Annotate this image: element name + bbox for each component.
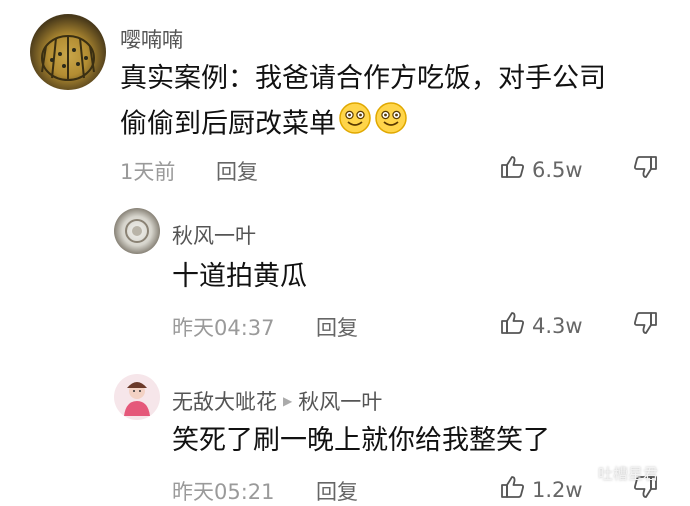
wechat-icon: [570, 462, 592, 484]
comment-text-line: 真实案例：我爸请合作方吃饭，对手公司: [120, 63, 606, 94]
avatar-image: [125, 219, 149, 243]
reply-button[interactable]: 回复: [216, 156, 258, 186]
comment-time: 昨天05:21: [172, 480, 275, 504]
comment-text-fragment: 偷偷到后厨改菜单: [120, 108, 336, 140]
smile-emoji-icon: [338, 101, 372, 149]
comment-username[interactable]: 秋风一叶: [172, 220, 256, 250]
avatar[interactable]: [114, 208, 160, 254]
thumbs-up-icon: [500, 310, 526, 341]
thumbs-up-icon: [500, 154, 526, 185]
reply-button[interactable]: 回复: [316, 476, 358, 506]
triangle-right-icon: ▶: [283, 394, 293, 408]
comment-time: 1天前: [120, 160, 176, 184]
comment-body: 真实案例：我爸请合作方吃饭，对手公司 偷偷到后厨改菜单: [120, 56, 606, 149]
thumbs-down-icon[interactable]: [632, 154, 658, 184]
reply-author[interactable]: 无敌大呲花: [172, 386, 277, 416]
thumbs-up-icon: [500, 474, 526, 505]
like-count: 6.5w: [532, 157, 583, 182]
watermark: 吐槽星君: [570, 462, 658, 484]
watermark-text: 吐槽星君: [598, 464, 659, 483]
comment-text-line-2: 偷偷到后厨改菜单: [120, 101, 606, 149]
comment-time: 昨天04:37: [172, 316, 275, 340]
like-button[interactable]: 4.3w: [500, 310, 583, 341]
thumbs-down-icon[interactable]: [632, 310, 658, 340]
smile-emoji-icon: [374, 101, 408, 149]
comment-username: 无敌大呲花 ▶ 秋风一叶: [172, 386, 382, 416]
like-button[interactable]: 6.5w: [500, 154, 583, 185]
avatar-image: [124, 382, 150, 416]
comment-username[interactable]: 嘤喃喃: [120, 24, 183, 54]
reply-to-user[interactable]: 秋风一叶: [298, 386, 382, 416]
avatar[interactable]: [30, 14, 106, 90]
reply-button[interactable]: 回复: [316, 312, 358, 342]
comment-text: 笑死了刷一晚上就你给我整笑了: [172, 425, 550, 456]
comment-text: 十道拍黄瓜: [172, 261, 307, 292]
avatar[interactable]: [114, 374, 160, 420]
avatar-image: [41, 35, 95, 81]
like-count: 4.3w: [532, 313, 583, 338]
